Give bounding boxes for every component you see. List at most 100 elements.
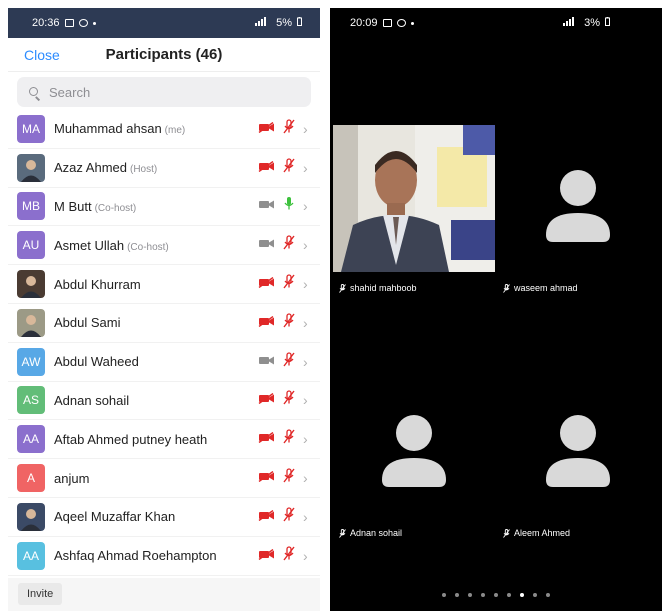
participant-role: (Co-host) bbox=[94, 202, 137, 214]
mic-muted-icon bbox=[503, 528, 510, 538]
close-button[interactable]: Close bbox=[24, 47, 60, 63]
mic-muted-icon bbox=[283, 274, 295, 294]
bottom-bar: Invite bbox=[8, 578, 320, 611]
participant-row[interactable]: AS Adnan sohail › bbox=[8, 382, 320, 421]
tile-name-label: waseem ahmad bbox=[503, 283, 578, 293]
tile-name: shahid mahboob bbox=[350, 283, 417, 293]
page-dot[interactable] bbox=[455, 593, 459, 597]
participants-header: Close Participants (46) bbox=[8, 38, 320, 72]
chevron-right-icon[interactable]: › bbox=[303, 237, 311, 253]
status-bar-dark: 20:09 3% bbox=[330, 8, 662, 38]
mic-muted-icon bbox=[283, 429, 295, 449]
video-on-icon bbox=[258, 353, 275, 371]
participant-row[interactable]: Azaz Ahmed (Host) › bbox=[8, 149, 320, 188]
chevron-right-icon[interactable]: › bbox=[303, 121, 311, 137]
avatar-initials: A bbox=[17, 464, 45, 493]
video-off-icon bbox=[258, 430, 275, 448]
participant-row[interactable]: AU Asmet Ullah (Co-host) › bbox=[8, 226, 320, 266]
chevron-right-icon[interactable]: › bbox=[303, 354, 311, 370]
participant-row[interactable]: MB M Butt (Co-host) › bbox=[8, 188, 320, 227]
participant-video bbox=[333, 125, 495, 272]
participant-name: Abdul Waheed bbox=[54, 354, 139, 370]
status-bar: 20:36 5% bbox=[8, 8, 320, 38]
status-time-dark: 20:09 bbox=[350, 17, 378, 29]
participant-row[interactable]: Aanjum › bbox=[8, 459, 320, 498]
participant-row[interactable]: AW Abdul Waheed › bbox=[8, 343, 320, 382]
battery-percent-dark: 3% bbox=[584, 17, 600, 29]
battery-icon bbox=[297, 17, 302, 29]
chevron-right-icon[interactable]: › bbox=[303, 470, 311, 486]
gallery-status-icon bbox=[64, 19, 74, 27]
participant-row[interactable]: MA Muhammad ahsan (me) › bbox=[8, 110, 320, 149]
avatar-initials: MA bbox=[17, 114, 45, 143]
participant-row[interactable]: Abdul Khurram › bbox=[8, 265, 320, 304]
gallery-status-icon bbox=[382, 19, 392, 27]
participant-row[interactable]: Abdul Sami › bbox=[8, 304, 320, 343]
chevron-right-icon[interactable]: › bbox=[303, 392, 311, 408]
mic-muted-icon bbox=[283, 352, 295, 372]
status-time: 20:36 bbox=[32, 17, 60, 29]
participant-name: Azaz Ahmed bbox=[54, 160, 127, 176]
signal-icon bbox=[563, 17, 579, 29]
mic-muted-icon bbox=[283, 468, 295, 488]
participants-screen: 20:36 5% Close Participants (46) MA Muham… bbox=[8, 8, 320, 611]
page-indicator[interactable] bbox=[330, 593, 662, 597]
page-dot[interactable] bbox=[507, 593, 511, 597]
video-off-icon bbox=[258, 314, 275, 332]
mic-muted-icon bbox=[283, 119, 295, 139]
page-dot[interactable] bbox=[533, 593, 537, 597]
avatar-photo bbox=[17, 308, 45, 337]
page-dot[interactable] bbox=[494, 593, 498, 597]
search-bar[interactable] bbox=[17, 77, 311, 107]
avatar-initials: AA bbox=[17, 541, 45, 570]
avatar-initials: AA bbox=[17, 425, 45, 454]
chevron-right-icon[interactable]: › bbox=[303, 276, 311, 292]
page-dot[interactable] bbox=[442, 593, 446, 597]
search-input[interactable] bbox=[49, 84, 279, 100]
tile-name-label: Aleem Ahmed bbox=[503, 528, 570, 538]
gallery-screen: 20:09 3% shahid mahboob waseem ahmad Adnan… bbox=[330, 8, 662, 611]
video-tile[interactable]: waseem ahmad bbox=[497, 125, 659, 293]
search-icon bbox=[29, 86, 41, 101]
whatsapp-status-icon bbox=[78, 19, 88, 27]
participant-name: M Butt bbox=[54, 198, 92, 214]
video-off-icon bbox=[258, 275, 275, 293]
tile-name: Aleem Ahmed bbox=[514, 528, 571, 538]
video-off-icon bbox=[258, 508, 275, 526]
page-dot[interactable] bbox=[481, 593, 485, 597]
signal-icon bbox=[255, 17, 271, 29]
mic-muted-icon bbox=[339, 283, 346, 293]
participant-row[interactable]: AA Ashfaq Ahmad Roehampton › bbox=[8, 537, 320, 576]
chevron-right-icon[interactable]: › bbox=[303, 198, 311, 214]
tile-name: waseem ahmad bbox=[514, 283, 578, 293]
mic-muted-icon bbox=[283, 507, 295, 527]
mic-muted-icon bbox=[283, 313, 295, 333]
chevron-right-icon[interactable]: › bbox=[303, 509, 311, 525]
page-dot[interactable] bbox=[520, 593, 524, 597]
participant-row[interactable]: AA Aftab Ahmed putney heath › bbox=[8, 420, 320, 460]
page-dot[interactable] bbox=[468, 593, 472, 597]
chevron-right-icon[interactable]: › bbox=[303, 431, 311, 447]
invite-button[interactable]: Invite bbox=[18, 583, 63, 605]
participant-list: MA Muhammad ahsan (me) › Azaz Ahmed (Host) › MB… bbox=[8, 110, 320, 576]
avatar-photo bbox=[17, 502, 45, 531]
eye-status-icon bbox=[396, 19, 406, 27]
participant-name: Abdul Sami bbox=[54, 315, 121, 331]
participant-row[interactable]: Aqeel Muzaffar Khan › bbox=[8, 498, 320, 537]
battery-icon bbox=[605, 17, 610, 29]
participant-role: (me) bbox=[164, 125, 186, 137]
page-dot[interactable] bbox=[546, 593, 550, 597]
video-tile[interactable]: shahid mahboob bbox=[333, 125, 495, 293]
video-tile[interactable]: Aleem Ahmed bbox=[497, 370, 659, 538]
avatar-photo bbox=[17, 153, 45, 182]
mic-muted-icon bbox=[283, 158, 295, 178]
avatar-photo bbox=[17, 270, 45, 299]
battery-percent: 5% bbox=[276, 17, 292, 29]
chevron-right-icon[interactable]: › bbox=[303, 548, 311, 564]
video-tile[interactable]: Adnan sohail bbox=[333, 370, 495, 538]
chevron-right-icon[interactable]: › bbox=[303, 315, 311, 331]
video-off-icon bbox=[258, 391, 275, 409]
avatar-placeholder-icon bbox=[497, 370, 659, 517]
avatar-initials: AW bbox=[17, 347, 45, 376]
chevron-right-icon[interactable]: › bbox=[303, 160, 311, 176]
